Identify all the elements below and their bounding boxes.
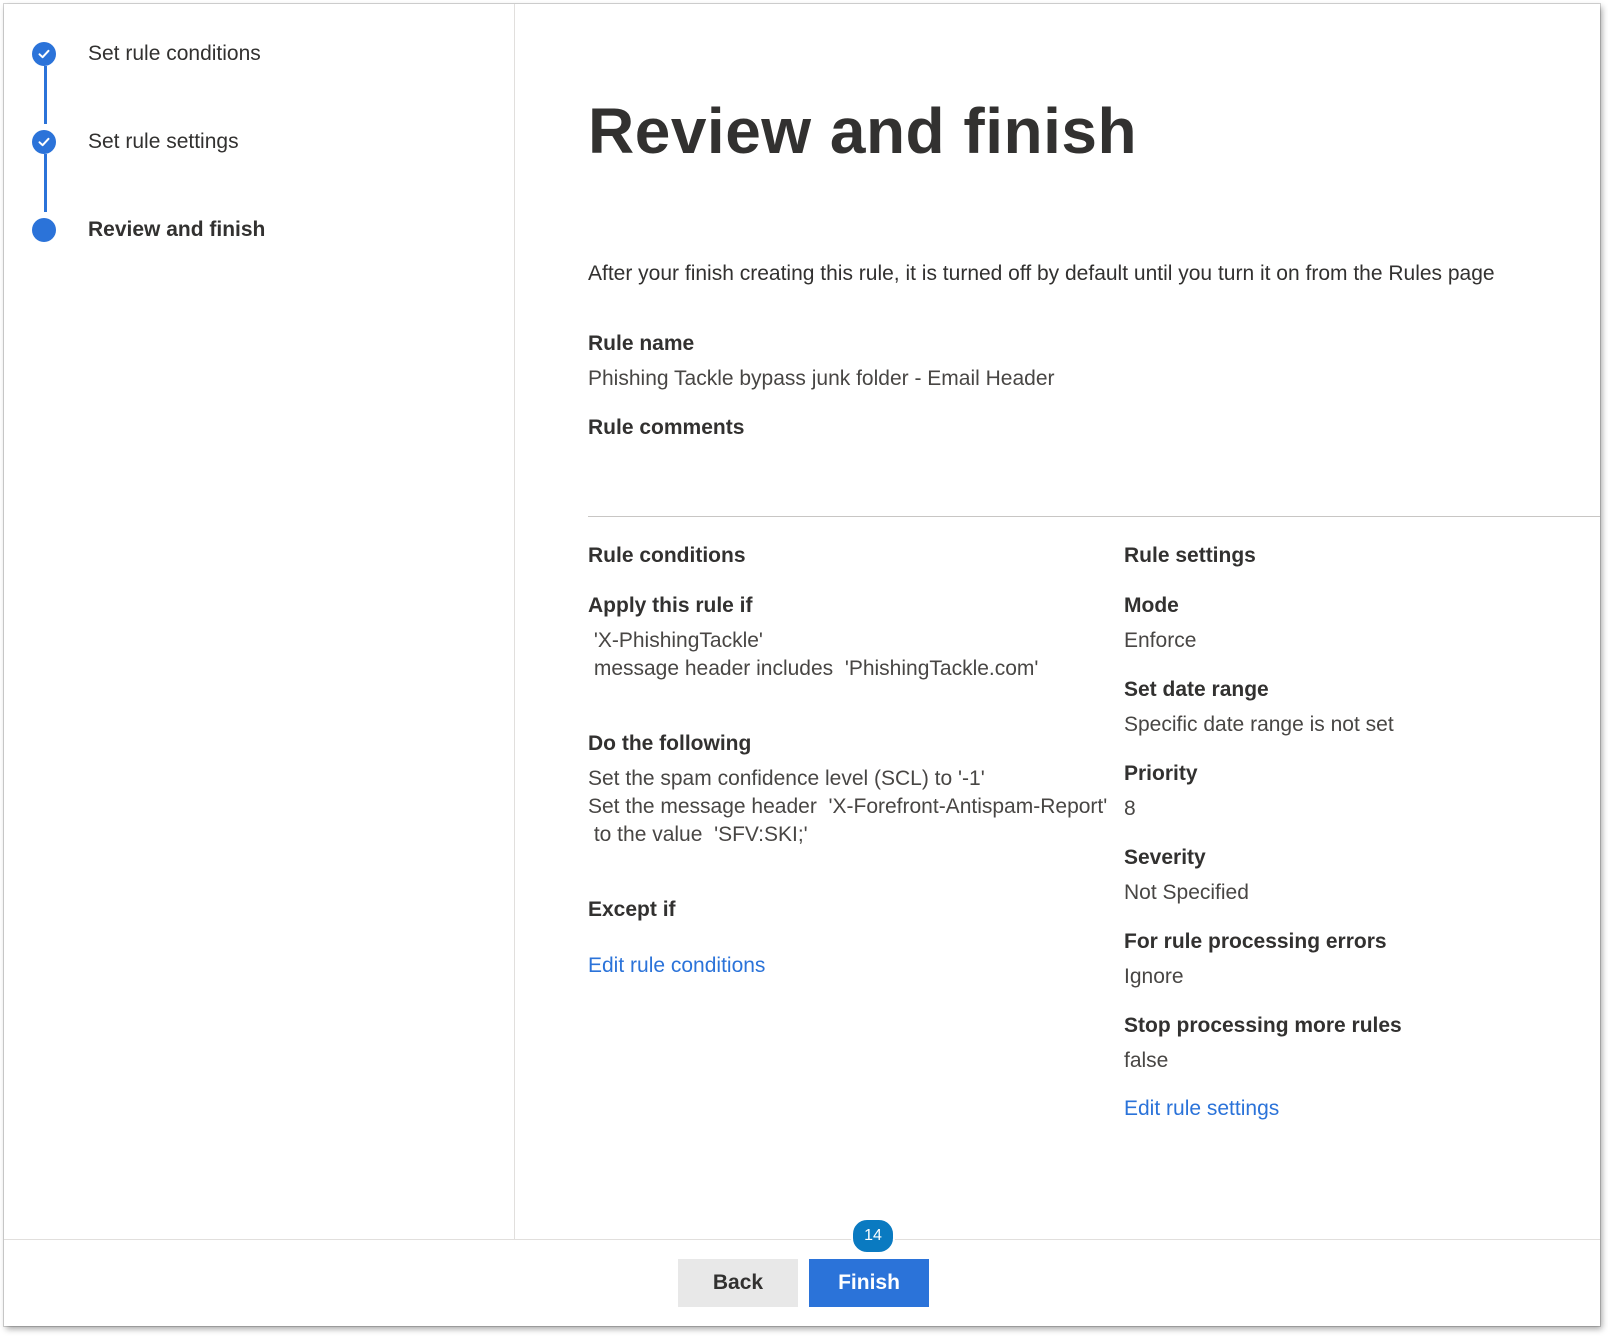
- do-following-line: to the value 'SFV:SKI;': [588, 823, 808, 846]
- processing-errors-value: Ignore: [1124, 965, 1184, 988]
- step-review-and-finish[interactable]: Review and finish: [32, 218, 265, 242]
- rule-name-label: Rule name: [588, 332, 695, 355]
- step-number-badge: 14: [851, 1218, 895, 1254]
- rule-name-value: Phishing Tackle bypass junk folder - Ema…: [588, 367, 1055, 390]
- date-range-label: Set date range: [1124, 678, 1269, 701]
- step-connector: [44, 154, 47, 212]
- step-label: Set rule conditions: [88, 42, 261, 65]
- step-connector: [44, 66, 47, 124]
- severity-value: Not Specified: [1124, 881, 1249, 904]
- wizard-panel: Set rule conditions Set rule settings Re…: [4, 4, 1600, 1326]
- step-label: Set rule settings: [88, 130, 239, 153]
- mode-label: Mode: [1124, 594, 1179, 617]
- step-set-rule-conditions[interactable]: Set rule conditions: [32, 42, 261, 66]
- rule-settings-title: Rule settings: [1124, 544, 1256, 567]
- step-set-rule-settings[interactable]: Set rule settings: [32, 130, 239, 154]
- stop-processing-value: false: [1124, 1049, 1169, 1072]
- checkmark-icon: [32, 130, 56, 154]
- edit-rule-conditions-link[interactable]: Edit rule conditions: [588, 954, 765, 978]
- footer-bar: [4, 1239, 1600, 1327]
- circle-icon: [32, 218, 56, 242]
- except-if-label: Except if: [588, 898, 676, 921]
- do-following-label: Do the following: [588, 732, 752, 755]
- stop-processing-label: Stop processing more rules: [1124, 1014, 1402, 1037]
- priority-label: Priority: [1124, 762, 1198, 785]
- date-range-value: Specific date range is not set: [1124, 713, 1394, 736]
- edit-rule-settings-link[interactable]: Edit rule settings: [1124, 1097, 1279, 1121]
- rule-conditions-title: Rule conditions: [588, 544, 746, 567]
- apply-rule-line: 'X-PhishingTackle': [588, 629, 763, 652]
- checkmark-icon: [32, 42, 56, 66]
- finish-button[interactable]: Finish: [809, 1259, 929, 1307]
- step-navigator: Set rule conditions Set rule settings Re…: [4, 4, 515, 1239]
- divider: [588, 516, 1600, 517]
- step-label: Review and finish: [88, 218, 266, 241]
- priority-value: 8: [1124, 797, 1136, 820]
- severity-label: Severity: [1124, 846, 1206, 869]
- info-text: After your finish creating this rule, it…: [588, 262, 1495, 285]
- mode-value: Enforce: [1124, 629, 1197, 652]
- page-title: Review and finish: [588, 95, 1138, 167]
- apply-rule-line: message header includes 'PhishingTackle.…: [588, 657, 1039, 680]
- rule-comments-label: Rule comments: [588, 416, 745, 439]
- processing-errors-label: For rule processing errors: [1124, 930, 1387, 953]
- apply-rule-label: Apply this rule if: [588, 594, 753, 617]
- do-following-line: Set the message header 'X-Forefront-Anti…: [588, 795, 1108, 818]
- do-following-line: Set the spam confidence level (SCL) to '…: [588, 767, 985, 790]
- back-button[interactable]: Back: [678, 1259, 798, 1307]
